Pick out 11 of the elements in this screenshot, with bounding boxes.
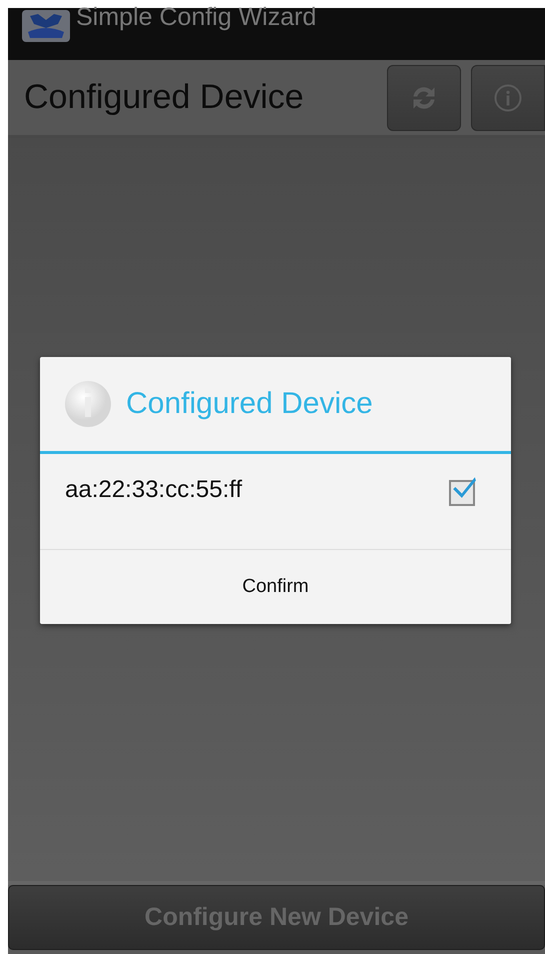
refresh-button[interactable] bbox=[387, 64, 461, 130]
app-logo-icon bbox=[22, 10, 70, 42]
checkbox[interactable] bbox=[449, 480, 475, 506]
info-icon bbox=[493, 82, 523, 112]
app-title: Simple Config Wizard bbox=[76, 2, 316, 32]
device-address: aa:22:33:cc:55:ff bbox=[65, 476, 242, 504]
info-icon bbox=[64, 380, 112, 428]
screen-title: Configured Device bbox=[24, 78, 305, 117]
confirm-button[interactable]: Confirm bbox=[40, 550, 511, 624]
dialog-title: Configured Device bbox=[126, 387, 373, 421]
info-button[interactable] bbox=[471, 64, 545, 130]
